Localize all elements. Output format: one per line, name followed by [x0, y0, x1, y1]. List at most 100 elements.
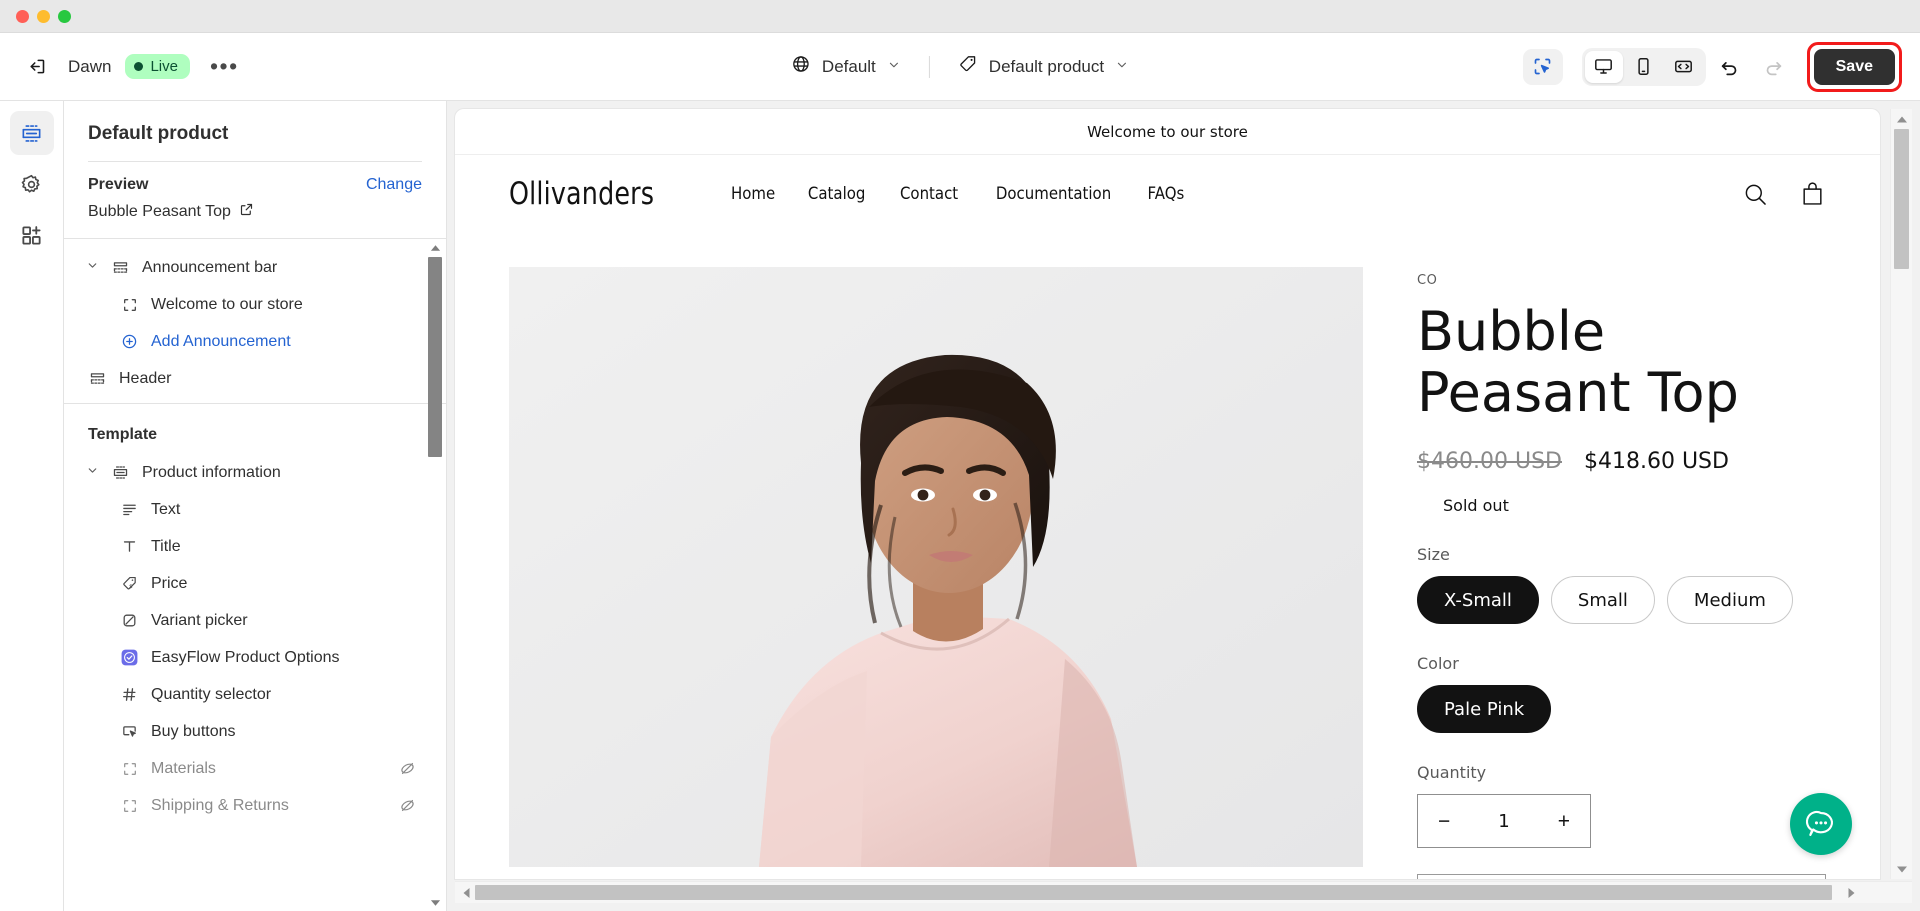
hash-icon: [120, 686, 139, 703]
view-mode-group: [1581, 47, 1706, 86]
preview-header-row: Preview Change: [88, 176, 422, 194]
layer-header[interactable]: Header: [64, 360, 446, 397]
layer-product-information[interactable]: Product information: [64, 454, 446, 491]
block-icon: [120, 761, 139, 777]
layer-add-announcement[interactable]: Add Announcement: [64, 323, 446, 360]
tag-icon: [958, 54, 978, 79]
size-option-medium[interactable]: Medium: [1666, 576, 1793, 625]
toolbar-divider: [928, 55, 930, 78]
sidebar-scrollbar[interactable]: [427, 239, 443, 911]
scroll-down-arrow-icon[interactable]: [430, 898, 441, 907]
toolbar-center-group: Default Default product: [781, 48, 1139, 85]
layer-title[interactable]: Title: [64, 528, 446, 565]
redo-button[interactable]: [1754, 49, 1792, 85]
preview-block: Preview Change Bubble Peasant Top: [64, 162, 446, 238]
nav-link-home[interactable]: Home: [731, 184, 775, 204]
layer-text[interactable]: Text: [64, 491, 446, 528]
text-icon: [120, 501, 139, 518]
hidden-eye-icon[interactable]: [399, 760, 416, 777]
sections-sidebar: Default product Preview Change Bubble Pe…: [64, 101, 447, 911]
scroll-down-arrow-icon[interactable]: [1896, 864, 1908, 874]
apps-rail-icon[interactable]: [10, 213, 54, 257]
quantity-label: Quantity: [1417, 763, 1487, 783]
layer-welcome-to-our-store[interactable]: Welcome to our store: [64, 286, 446, 323]
color-option-pale-pink[interactable]: Pale Pink: [1417, 685, 1552, 734]
layer-materials[interactable]: Materials: [64, 750, 446, 787]
hidden-eye-icon[interactable]: [399, 797, 416, 814]
layer-variant-picker[interactable]: Variant picker: [64, 602, 446, 639]
layer-list: Announcement bar Welcome to our store Ad…: [64, 239, 446, 824]
preview-label: Preview: [88, 176, 149, 193]
layer-label: Header: [119, 369, 172, 387]
status-badge: Live: [125, 54, 190, 79]
plus-circle-icon: [120, 333, 139, 350]
product-gallery[interactable]: [509, 267, 1363, 867]
product-title: Bubble Peasant Top: [1417, 300, 1739, 425]
layer-shipping-and-returns[interactable]: Shipping & Returns: [64, 787, 446, 824]
preview-horizontal-scrollbar[interactable]: [455, 881, 1912, 903]
size-options: X-Small Small Medium: [1417, 576, 1826, 625]
size-option-small[interactable]: Small: [1550, 576, 1655, 625]
inspect-select-icon[interactable]: [1522, 48, 1563, 85]
quantity-increase-button[interactable]: +: [1558, 811, 1570, 832]
buy-button-icon: [120, 723, 139, 740]
theme-name: Dawn: [68, 56, 112, 76]
nav-link-faqs[interactable]: FAQs: [1147, 184, 1184, 204]
quantity-input[interactable]: 1: [1498, 811, 1509, 832]
sidebar-scrollbar-thumb[interactable]: [428, 257, 442, 457]
preview-vertical-scrollbar-thumb[interactable]: [1894, 129, 1909, 269]
layer-label: EasyFlow Product Options: [151, 648, 340, 666]
sections-rail-icon[interactable]: [9, 111, 54, 155]
more-options-button[interactable]: •••: [204, 54, 245, 77]
block-icon: [120, 798, 139, 814]
quantity-decrease-button[interactable]: −: [1438, 811, 1450, 832]
exit-editor-button[interactable]: [18, 49, 54, 85]
product-section: CO Bubble Peasant Top $460.00 USD $418.6…: [455, 233, 1880, 879]
size-option-label: Size: [1417, 545, 1450, 565]
layer-price[interactable]: $ Price: [64, 565, 446, 602]
undo-button[interactable]: [1711, 49, 1749, 85]
chat-bubble-icon[interactable]: [1790, 793, 1852, 855]
size-option-x-small[interactable]: X-Small: [1417, 576, 1539, 625]
toolbar-left-group: Dawn Live •••: [0, 49, 245, 85]
preview-product-link[interactable]: Bubble Peasant Top: [88, 202, 422, 222]
block-icon: [120, 297, 139, 313]
preview-vertical-scrollbar[interactable]: [1890, 109, 1912, 879]
scroll-up-arrow-icon[interactable]: [1896, 114, 1908, 124]
template-selector[interactable]: Default product: [948, 48, 1139, 85]
locale-selector[interactable]: Default: [781, 48, 911, 85]
compare-at-price: $460.00 USD: [1417, 449, 1562, 475]
chevron-down-icon: [1115, 57, 1129, 77]
settings-rail-icon[interactable]: [10, 162, 54, 206]
store-logo[interactable]: Ollivanders: [509, 176, 654, 212]
nav-link-catalog[interactable]: Catalog: [808, 184, 865, 204]
close-window-button[interactable]: [16, 9, 29, 23]
toolbar-right-group: Save: [1522, 41, 1920, 92]
layer-easyflow-product-options[interactable]: EasyFlow Product Options: [64, 639, 446, 676]
announcement-bar[interactable]: Welcome to our store: [455, 109, 1880, 155]
desktop-view-button[interactable]: [1584, 50, 1623, 83]
layer-quantity-selector[interactable]: Quantity selector: [64, 676, 446, 713]
preview-canvas: Welcome to our store Ollivanders Home Ca…: [447, 101, 1920, 911]
fullwidth-view-button[interactable]: [1665, 51, 1703, 83]
layer-buy-buttons[interactable]: Buy buttons: [64, 713, 446, 750]
chevron-down-icon[interactable]: [86, 259, 99, 277]
section-icon: [111, 259, 130, 276]
chevron-down-icon[interactable]: [86, 464, 99, 482]
minimize-window-button[interactable]: [37, 9, 50, 23]
maximize-window-button[interactable]: [58, 9, 71, 23]
nav-link-documentation[interactable]: Documentation: [996, 184, 1111, 204]
scroll-right-arrow-icon[interactable]: [1845, 888, 1857, 898]
cart-icon[interactable]: [1799, 181, 1826, 208]
save-button[interactable]: Save: [1813, 48, 1895, 85]
nav-link-contact[interactable]: Contact: [900, 184, 958, 204]
mobile-view-button[interactable]: [1625, 51, 1663, 83]
scroll-up-arrow-icon[interactable]: [430, 243, 441, 252]
layer-announcement-bar[interactable]: Announcement bar: [64, 249, 446, 286]
search-icon[interactable]: [1742, 181, 1769, 208]
add-to-cart-button[interactable]: Sold out: [1417, 874, 1826, 879]
scroll-left-arrow-icon[interactable]: [460, 888, 472, 898]
preview-horizontal-scrollbar-thumb[interactable]: [475, 885, 1832, 900]
layer-label: Welcome to our store: [151, 295, 303, 313]
change-preview-link[interactable]: Change: [366, 176, 422, 194]
